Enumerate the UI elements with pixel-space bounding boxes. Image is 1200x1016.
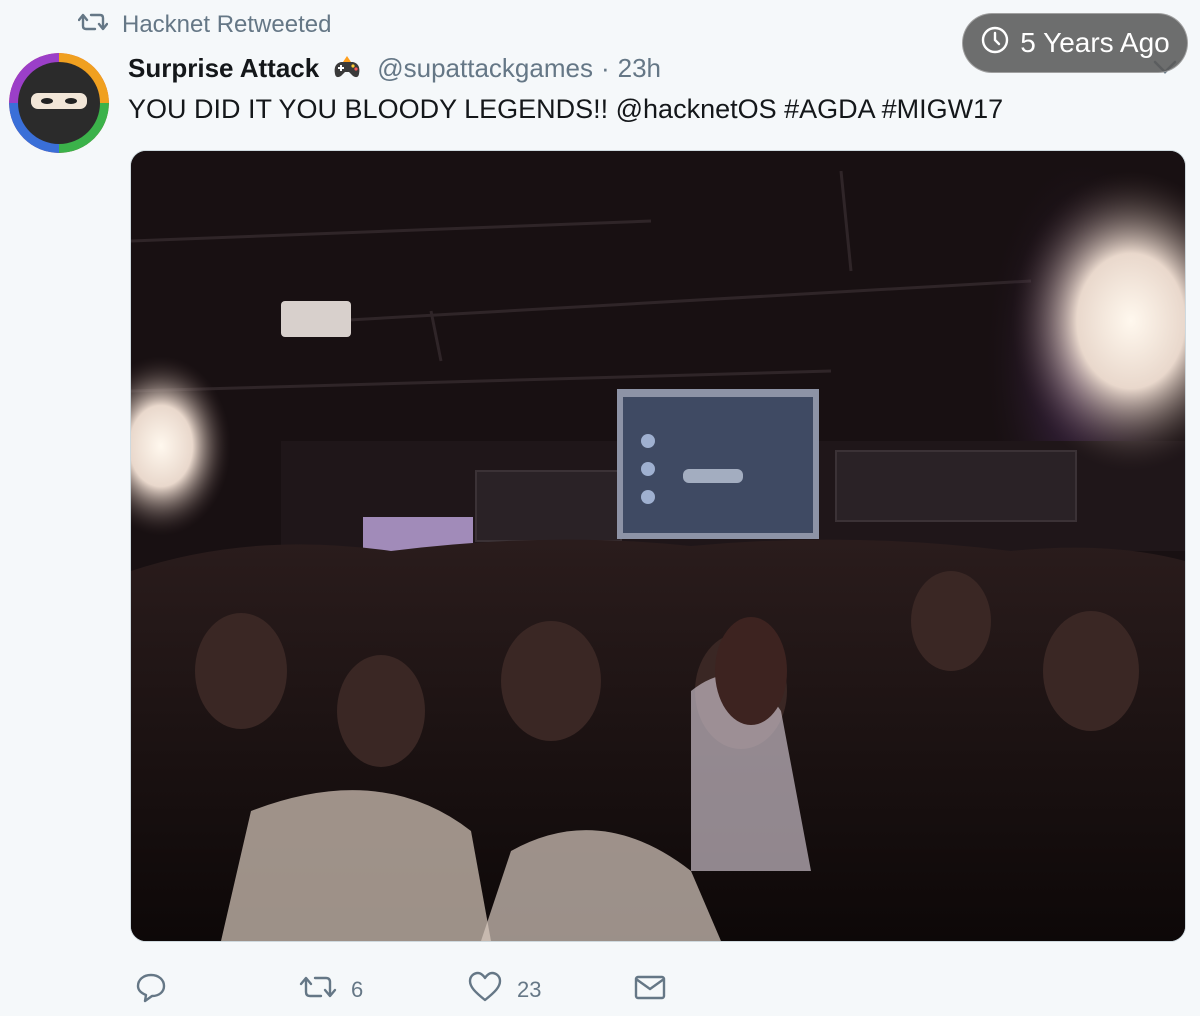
header-separator: · <box>600 52 610 83</box>
like-count: 23 <box>517 977 542 1002</box>
retweet-icon <box>77 11 109 40</box>
retweet-context-label: Hacknet Retweeted <box>122 11 332 38</box>
tweet-actions: 6 23 <box>135 966 695 1014</box>
heart-icon <box>467 971 503 1009</box>
author-handle[interactable]: @supattackgames <box>377 53 593 84</box>
event-crowd-photo <box>131 151 1185 941</box>
direct-message-button[interactable] <box>633 966 681 1014</box>
retweet-count: 6 <box>351 977 364 1002</box>
time-ago-label: 5 Years Ago <box>1020 27 1170 58</box>
reply-button[interactable] <box>135 966 181 1014</box>
reply-icon <box>135 971 167 1009</box>
tweet-media-photo[interactable] <box>130 150 1186 942</box>
retweet-icon <box>299 973 337 1007</box>
envelope-icon <box>633 972 667 1008</box>
tweet-header: Surprise Attack @supattackgames · 23h <box>128 48 661 88</box>
author-display-name[interactable]: Surprise Attack <box>128 53 319 84</box>
clock-icon <box>980 25 1010 62</box>
game-controller-emoji-icon <box>329 54 365 82</box>
retweet-button[interactable]: 6 <box>299 966 363 1014</box>
avatar[interactable] <box>9 53 109 153</box>
tweet-text: YOU DID IT YOU BLOODY LEGENDS!! @hacknet… <box>128 94 1004 124</box>
time-ago-pill: 5 Years Ago <box>962 13 1188 73</box>
like-button[interactable]: 23 <box>467 966 541 1014</box>
retweet-context[interactable]: Hacknet Retweeted <box>77 8 332 42</box>
tweet-timestamp[interactable]: 23h <box>618 53 661 84</box>
ninja-avatar-icon <box>9 53 109 153</box>
